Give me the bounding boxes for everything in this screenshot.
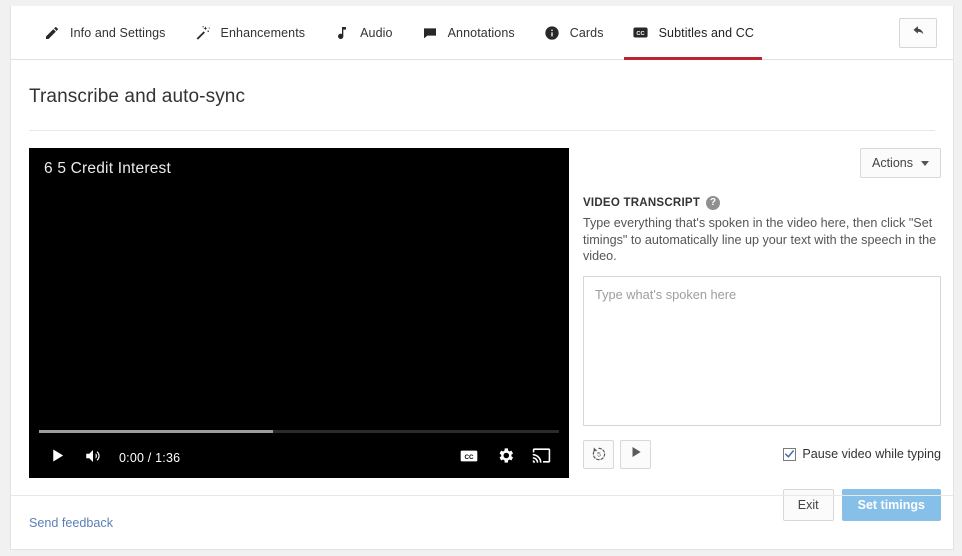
speech-bubble-icon <box>421 24 439 42</box>
tab-bar: Info and Settings Enhancements Audio Ann… <box>11 6 953 60</box>
tab-info-and-settings[interactable]: Info and Settings <box>29 6 180 60</box>
back-button[interactable] <box>899 18 937 48</box>
tab-label: Audio <box>360 25 393 40</box>
rewind-5-seconds-button[interactable]: 5 <box>583 439 614 469</box>
checkbox-label: Pause video while typing <box>802 447 941 461</box>
transcript-description: Type everything that's spoken in the vid… <box>583 216 937 263</box>
editor-page: Info and Settings Enhancements Audio Ann… <box>10 6 954 550</box>
tab-subtitles-and-cc[interactable]: CC Subtitles and CC <box>618 6 768 60</box>
play-icon <box>629 445 643 464</box>
captions-button[interactable]: CC <box>451 441 487 475</box>
play-icon <box>49 447 66 469</box>
actions-dropdown-button[interactable]: Actions <box>860 148 941 178</box>
actions-row: Actions <box>583 148 941 178</box>
tab-label: Info and Settings <box>70 25 166 40</box>
tab-enhancements[interactable]: Enhancements <box>180 6 320 60</box>
magic-wand-icon <box>194 24 212 42</box>
video-title: 6 5 Credit Interest <box>44 160 171 177</box>
transcript-panel: Actions VIDEO TRANSCRIPT ? Type everythi… <box>569 148 941 521</box>
back-arrow-icon <box>911 23 926 43</box>
tab-label: Subtitles and CC <box>658 25 754 40</box>
chevron-down-icon <box>921 160 929 166</box>
transcript-play-button[interactable] <box>620 439 651 469</box>
svg-text:CC: CC <box>464 453 474 460</box>
check-icon <box>785 449 795 458</box>
tab-audio[interactable]: Audio <box>319 6 406 60</box>
video-time-display: 0:00 / 1:36 <box>119 451 181 465</box>
main-content: 6 5 Credit Interest 0:00 / 1:36 CC Actio… <box>11 131 953 521</box>
cc-icon: CC <box>459 448 479 469</box>
cast-icon <box>532 446 551 470</box>
pencil-icon <box>43 24 61 42</box>
transcript-tools-row: 5 Pause video while typing <box>583 439 941 469</box>
cast-button[interactable] <box>523 441 559 475</box>
gear-icon <box>496 446 515 470</box>
page-title: Transcribe and auto-sync <box>29 86 246 107</box>
video-controls: 0:00 / 1:36 CC <box>29 426 569 478</box>
svg-text:CC: CC <box>636 31 644 37</box>
actions-label: Actions <box>872 156 913 170</box>
tab-label: Cards <box>569 25 604 40</box>
send-feedback-link[interactable]: Send feedback <box>29 516 113 530</box>
volume-button[interactable] <box>75 441 111 475</box>
cc-icon: CC <box>632 24 650 42</box>
svg-text:5: 5 <box>597 452 601 459</box>
tab-cards[interactable]: Cards <box>529 6 618 60</box>
progress-loaded <box>39 430 273 433</box>
checkbox-box <box>783 447 797 461</box>
settings-button[interactable] <box>487 441 523 475</box>
video-transcript-heading: VIDEO TRANSCRIPT ? <box>583 196 941 210</box>
volume-icon <box>84 447 102 470</box>
tab-annotations[interactable]: Annotations <box>407 6 529 60</box>
tab-label: Enhancements <box>220 25 306 40</box>
info-circle-icon <box>543 24 561 42</box>
transcript-input[interactable] <box>583 275 941 426</box>
play-button[interactable] <box>39 441 75 475</box>
help-icon[interactable]: ? <box>706 196 721 210</box>
video-progress-bar[interactable] <box>39 430 559 433</box>
tab-label: Annotations <box>447 25 515 40</box>
pause-while-typing-checkbox[interactable]: Pause video while typing <box>783 447 941 461</box>
music-note-icon <box>333 24 351 42</box>
section-label: VIDEO TRANSCRIPT <box>583 197 701 209</box>
video-player[interactable]: 6 5 Credit Interest 0:00 / 1:36 CC <box>29 148 569 478</box>
footer: Send feedback <box>11 495 953 549</box>
